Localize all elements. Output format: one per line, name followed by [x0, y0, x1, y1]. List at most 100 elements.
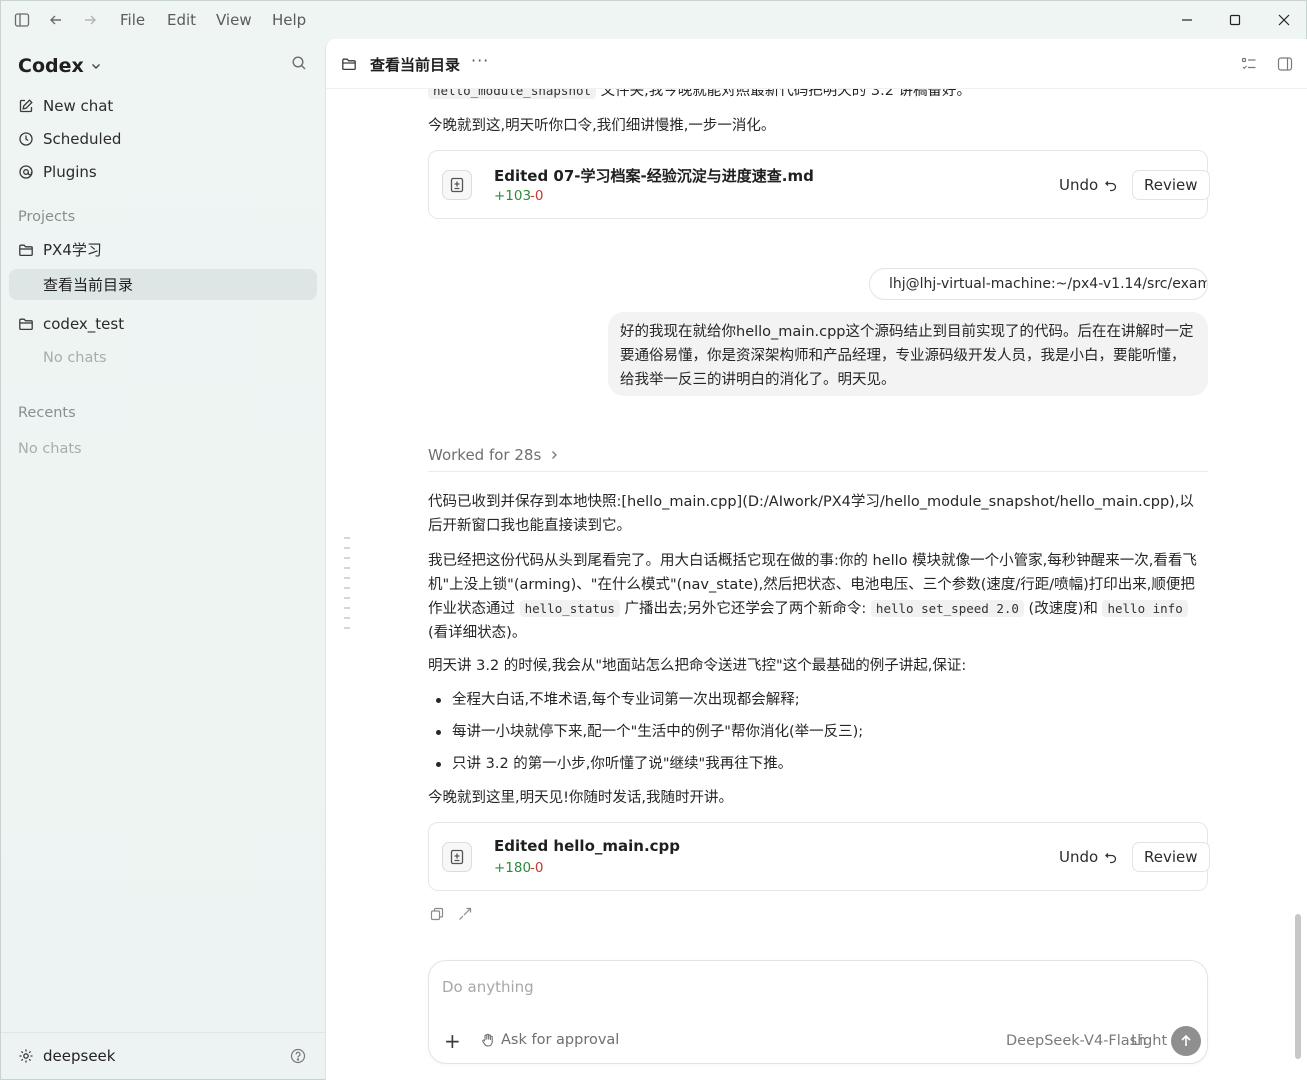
project-px4[interactable]: PX4学习 — [18, 239, 102, 260]
folder-icon — [341, 56, 358, 73]
divider — [428, 471, 1208, 472]
edit-icon — [19, 99, 33, 113]
chat-panel: 查看当前目录 ··· hello_module_snapshot 文件夹,我今晚… — [325, 39, 1307, 1080]
more-options-button[interactable]: ··· — [471, 51, 489, 70]
scrollbar-thumb[interactable] — [1295, 914, 1301, 1059]
file-diff-icon — [442, 842, 472, 872]
add-attachment-button[interactable]: + — [444, 1031, 461, 1051]
minimize-button[interactable] — [1167, 7, 1207, 33]
approval-mode-button[interactable]: Ask for approval — [481, 1032, 619, 1048]
projects-heading: Projects — [18, 209, 76, 225]
sidebar-toggle-icon[interactable] — [12, 10, 32, 30]
new-chat-label: New chat — [43, 97, 114, 115]
copy-icon[interactable] — [430, 907, 446, 923]
list-item: 只讲 3.2 的第一小步,你听懂了说"继续"我再往下推。 — [428, 752, 1208, 776]
assistant-paragraph-2: 我已经把这份代码从头到尾看完了。用大白话概括它现在做的事:你的 hello 模块… — [428, 549, 1208, 645]
scroll-position-marker — [343, 536, 351, 636]
edit-card-title: Edited hello_main.cpp — [494, 837, 681, 855]
file-context-chip[interactable]: lhj@lhj-virtual-machine:~/px4-v1.14/src/… — [869, 268, 1208, 300]
project-codex-test[interactable]: codex_test — [18, 315, 124, 333]
at-icon — [19, 165, 33, 179]
task-list-icon[interactable] — [1241, 56, 1257, 72]
app-title: Codex — [18, 55, 84, 77]
arrow-up-icon — [1181, 1034, 1191, 1046]
model-selector[interactable]: DeepSeek-V4-Flash — [1006, 1033, 1146, 1049]
review-button[interactable]: Review — [1132, 170, 1210, 200]
undo-icon — [1105, 853, 1117, 864]
paragraph-2-text-c: (改速度)和 — [1023, 601, 1103, 617]
worked-toggle[interactable]: Worked for 28s — [428, 446, 559, 464]
worked-label: Worked for 28s — [428, 446, 542, 464]
new-chat-button[interactable]: New chat — [18, 94, 113, 118]
paragraph-2-text-b: 广播出去;另外它还学会了两个新命令: — [619, 601, 871, 617]
assistant-paragraph-4: 今晚就到这里,明天见!你随时发话,我随时开讲。 — [428, 790, 734, 806]
search-icon[interactable] — [291, 55, 311, 75]
file-diff-icon — [442, 170, 472, 200]
project-px4-label: PX4学习 — [43, 241, 102, 259]
app-switcher[interactable]: Codex — [18, 55, 102, 77]
panel-toggle-icon[interactable] — [1277, 56, 1293, 72]
chat-header: 查看当前目录 ··· — [326, 39, 1307, 89]
edit-card-title: Edited 07-学习档案-经验沉淀与进度速查.md — [494, 167, 814, 185]
menu-help[interactable]: Help — [272, 11, 306, 29]
menu-file[interactable]: File — [120, 11, 145, 29]
back-arrow-icon[interactable] — [46, 10, 66, 30]
undo-button[interactable]: Undo — [1059, 176, 1118, 194]
assistant-text: 今晚就到这,明天听你口令,我们细讲慢推,一步一消化。 — [428, 118, 776, 134]
file-edit-card: Edited 07-学习档案-经验沉淀与进度速查.md +103 -0 Undo… — [428, 150, 1210, 219]
reasoning-mode-selector[interactable]: Light — [1131, 1033, 1167, 1049]
chevron-right-icon — [552, 451, 558, 459]
sidebar-footer: deepseek — [1, 1032, 325, 1080]
project-codex-test-label: codex_test — [43, 315, 125, 333]
user-name: deepseek — [43, 1047, 116, 1065]
assistant-paragraph-1: 代码已收到并保存到本地快照:[hello_main.cpp](D:/AIwork… — [428, 494, 1194, 534]
lines-removed: -0 — [530, 860, 544, 876]
app-window: File Edit View Help Codex New chat Sched… — [0, 0, 1307, 1080]
send-button[interactable] — [1171, 1026, 1201, 1056]
undo-icon — [1105, 181, 1117, 192]
menu-view[interactable]: View — [216, 11, 252, 29]
close-button[interactable] — [1264, 7, 1304, 33]
help-icon[interactable] — [290, 1048, 308, 1066]
clock-icon — [19, 132, 33, 146]
list-item: 全程大白话,不堆术语,每个专业词第一次出现都会解释; — [428, 688, 1208, 712]
folder-icon — [19, 244, 33, 256]
sidebar: Codex New chat Scheduled Plugins Project… — [1, 39, 325, 1080]
plugins-button[interactable]: Plugins — [18, 160, 97, 184]
scrollbar[interactable] — [1294, 89, 1302, 1079]
chat-item-active[interactable]: 查看当前目录 — [9, 269, 317, 300]
menu-edit[interactable]: Edit — [167, 11, 196, 29]
scheduled-button[interactable]: Scheduled — [18, 127, 121, 151]
assistant-paragraph-3: 明天讲 3.2 的时候,我会从"地面站怎么把命令送进飞控"这个最基础的例子讲起,… — [428, 658, 967, 674]
review-button[interactable]: Review — [1132, 842, 1210, 872]
approval-label: Ask for approval — [501, 1032, 620, 1048]
inline-code: hello set_speed 2.0 — [870, 600, 1024, 617]
prompt-input[interactable] — [442, 978, 1142, 996]
lines-removed: -0 — [530, 188, 544, 204]
plugins-label: Plugins — [43, 163, 97, 181]
list-item: 每讲一小块就停下来,配一个"生活中的例子"帮你消化(举一反三); — [428, 720, 1208, 744]
no-chats-label: No chats — [43, 350, 107, 366]
paragraph-2-text-d: (看详细状态)。 — [428, 625, 527, 641]
share-icon[interactable] — [458, 907, 474, 923]
lines-added: +180 — [494, 860, 532, 876]
undo-label: Undo — [1059, 176, 1099, 194]
user-message-bubble: 好的我现在就给你hello_main.cpp这个源码结止到目前实现了的代码。后在… — [608, 312, 1208, 396]
undo-button[interactable]: Undo — [1059, 848, 1118, 866]
recents-heading: Recents — [18, 405, 76, 421]
scheduled-label: Scheduled — [43, 130, 122, 148]
user-settings-button[interactable]: deepseek — [18, 1047, 115, 1065]
lines-added: +103 — [494, 188, 532, 204]
inline-code: hello info — [1102, 600, 1188, 617]
file-edit-card: Edited hello_main.cpp +180 -0 Undo Revie… — [428, 822, 1210, 891]
composer: + Ask for approval DeepSeek-V4-Flash Lig… — [428, 960, 1208, 1064]
forward-arrow-icon[interactable] — [80, 10, 100, 30]
maximize-button[interactable] — [1215, 7, 1255, 33]
chevron-down-icon — [91, 64, 100, 69]
gear-icon — [19, 1049, 33, 1063]
hand-icon — [482, 1033, 493, 1047]
file-context-label: lhj@lhj-virtual-machine:~/px4-v1.14/src/… — [889, 276, 1208, 292]
chat-item-label: 查看当前目录 — [43, 276, 134, 294]
bullet-list: 全程大白话,不堆术语,每个专业词第一次出现都会解释; 每讲一小块就停下来,配一个… — [428, 688, 1208, 784]
folder-icon — [19, 318, 33, 331]
